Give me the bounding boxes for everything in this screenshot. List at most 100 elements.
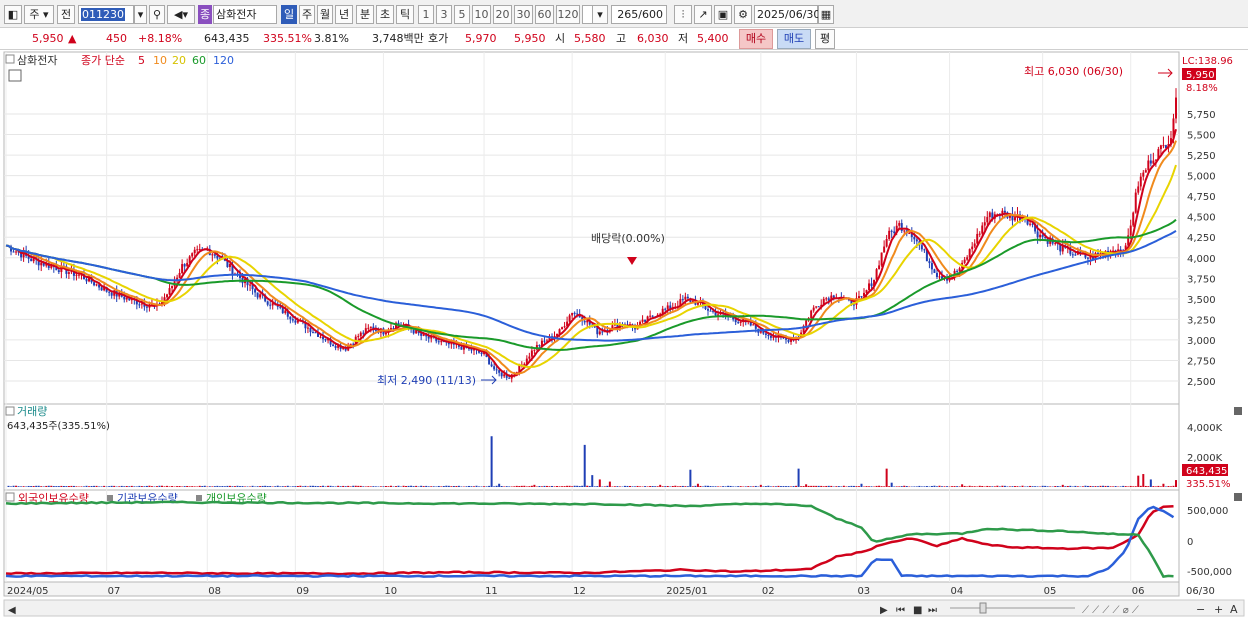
candle-body [870,283,873,287]
bar-count-max: /600 [638,8,663,21]
x-axis-end-label: 06/30 [1186,586,1215,597]
speaker-icon[interactable]: ◀▾ [167,5,195,24]
volume-bar [1104,485,1107,487]
interval-60-button[interactable]: 60 [535,5,554,24]
volume-bar [125,486,128,487]
period-tick-button[interactable]: 틱 [396,5,414,24]
volume-bar [236,485,239,487]
volume-bar [1069,485,1072,487]
interval-dropdown-icon[interactable]: ▾ [592,5,608,24]
volume-bar [198,485,201,487]
candle-body [528,356,531,359]
zoom-in-icon[interactable]: + [1214,603,1223,616]
volume-bar [603,486,606,487]
average-button[interactable]: 평 [815,29,835,49]
candle-body [123,296,126,300]
interval-120-button[interactable]: 120 [556,5,580,24]
candle-body [651,315,654,317]
volume-bar [98,486,101,487]
volume-bar [83,486,85,487]
high-price: 6,030 [637,32,669,45]
volume-bar [85,485,88,487]
volume-close-icon[interactable] [1234,407,1242,415]
code-dropdown-icon[interactable]: ▾ [134,5,147,24]
volume-bar [551,485,553,487]
font-size-icon[interactable]: A [1230,603,1238,616]
candle-body [480,352,483,355]
candle-body [110,292,113,296]
volume-bar [354,485,357,487]
volume-bar [412,486,415,487]
scroll-stop-icon[interactable]: ■ [913,605,922,616]
sell-button[interactable]: 매도 [777,29,811,49]
x-axis-label: 07 [108,586,121,597]
candle-body [888,230,891,239]
interval-30-button[interactable]: 30 [514,5,533,24]
candle-body [533,349,536,351]
volume-bar [155,486,158,487]
period-month-button[interactable]: 월 [317,5,333,24]
interval-1-button[interactable]: 1 [418,5,434,24]
period-second-button[interactable]: 초 [376,5,394,24]
market-select[interactable]: 주 ▾ [24,5,54,24]
volume-bar [309,485,312,487]
period-week-button[interactable]: 주 [299,5,315,24]
volume-bar [113,485,116,487]
period-day-button[interactable]: 일 [281,5,297,24]
candle-body [966,257,969,260]
stock-chart-svg[interactable]: 삼화전자 종가 단순 5 10 20 60 120 최고 6,030 (06/3… [0,51,1248,621]
interval-20-button[interactable]: 20 [493,5,512,24]
volume-bar [732,486,735,487]
period-minute-button[interactable]: 분 [356,5,374,24]
holding-close-icon[interactable] [1234,493,1242,501]
scroll-end-icon[interactable]: ⏭ [928,605,937,616]
volume-bar [676,486,679,487]
volume-bar [379,486,382,487]
volume-bar [644,486,647,487]
date-field[interactable]: 2025/06/30 [754,5,820,24]
price-ytick: 3,750 [1187,274,1216,285]
bar-count-field[interactable]: 265/600 [611,5,667,24]
interval-5-button[interactable]: 5 [454,5,470,24]
search-icon[interactable]: ⚲ [149,5,165,24]
candle-body [933,269,936,273]
candle-type-icon[interactable]: ⫶ [674,5,692,24]
volume-bar [1132,486,1135,487]
scroll-start-icon[interactable]: ⏮ [896,605,905,616]
volume-bar [150,486,153,487]
volume-bar [233,486,236,487]
table-view-icon[interactable] [8,69,22,82]
legend-separator-icon [107,495,113,501]
candle-body [1039,234,1042,238]
volume-bar [178,486,181,487]
interval-3-button[interactable]: 3 [436,5,452,24]
calendar-icon[interactable]: ▦ [818,5,834,24]
candle-body [166,294,169,298]
stock-name-field[interactable]: 삼화전자 [213,5,277,24]
drawing-tools-icons[interactable]: ⟋ ⟋ ⟋ ⟋ ⌀ ⟋ [1082,605,1139,616]
zoom-slider-handle[interactable] [979,602,987,614]
buy-button[interactable]: 매수 [739,29,773,49]
volume-bar [1036,486,1039,487]
volume-bar [442,486,445,487]
volume-bar [659,484,662,487]
stock-code-input[interactable]: 011230 [78,5,134,24]
volume-bar [779,486,782,487]
draw-tool-icon[interactable]: ↗ [694,5,712,24]
volume-bar [231,486,234,487]
period-year-button[interactable]: 년 [335,5,353,24]
save-icon[interactable]: ▣ [714,5,732,24]
volume-bar [1044,485,1047,487]
scroll-left-icon[interactable]: ◀ [8,605,16,616]
scroll-right-icon[interactable]: ▶ [880,605,888,616]
all-button[interactable]: 전 [57,5,75,24]
gear-icon[interactable]: ⚙ [734,5,752,24]
window-menu-icon[interactable]: ◧ [4,5,22,24]
volume-bar [626,485,629,487]
candle-body [981,225,984,234]
volume-bar [807,485,810,487]
candle-body [254,289,257,293]
zoom-out-icon[interactable]: − [1196,603,1205,616]
interval-10-button[interactable]: 10 [472,5,491,24]
volume-pct-tag: 335.51% [1186,479,1231,490]
